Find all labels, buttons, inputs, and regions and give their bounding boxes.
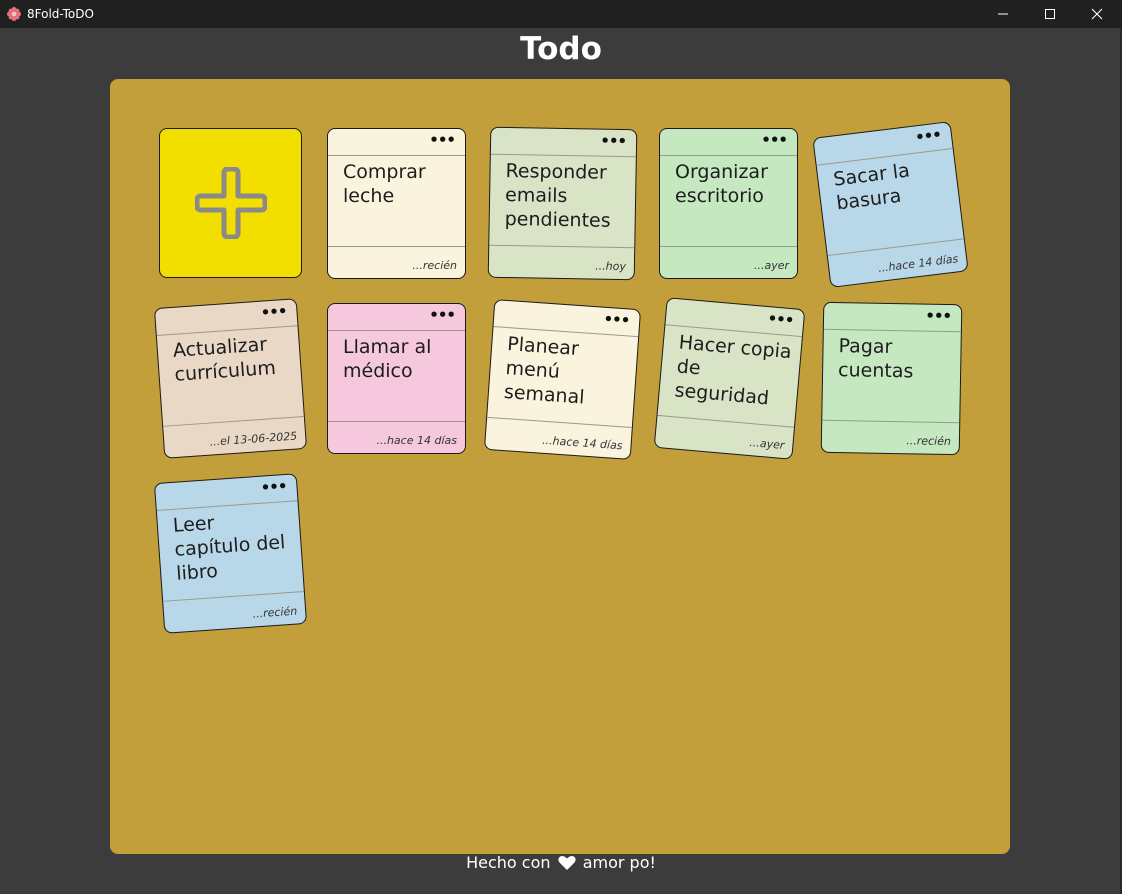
note-menu-button[interactable]: ••• bbox=[600, 132, 626, 150]
note-timestamp: ...ayer bbox=[748, 436, 785, 453]
note-card[interactable]: ••• Actualizar currículum ...el 13-06-20… bbox=[153, 298, 308, 459]
footer-text-before: Hecho con bbox=[466, 853, 551, 872]
note-text: Planear menú semanal bbox=[503, 333, 586, 409]
note-card[interactable]: ••• Responder emails pendientes ...hoy bbox=[487, 126, 638, 281]
note-menu-button[interactable]: ••• bbox=[260, 477, 287, 497]
note-menu-button[interactable]: ••• bbox=[429, 307, 456, 323]
note-timestamp: ...hoy bbox=[595, 259, 627, 274]
note-timestamp: ...ayer bbox=[753, 259, 789, 272]
note-menu-button[interactable]: ••• bbox=[925, 307, 951, 325]
note-timestamp: ...hace 14 días bbox=[877, 252, 959, 275]
close-button[interactable] bbox=[1074, 0, 1120, 28]
note-text: Organizar escritorio bbox=[675, 161, 768, 207]
note-menu-button[interactable]: ••• bbox=[603, 310, 630, 330]
note-text: Hacer copia de seguridad bbox=[673, 331, 793, 410]
maximize-button[interactable] bbox=[1027, 0, 1073, 28]
note-text: Actualizar currículum bbox=[172, 333, 277, 386]
note-card[interactable]: ••• Organizar escritorio ...ayer bbox=[659, 128, 798, 279]
note-timestamp: ...hace 14 días bbox=[376, 434, 457, 447]
note-timestamp: ...el 13-06-2025 bbox=[209, 429, 298, 449]
note-text: Responder emails pendientes bbox=[504, 160, 611, 232]
note-timestamp: ...recién bbox=[412, 259, 457, 272]
note-text: Sacar la basura bbox=[832, 159, 911, 215]
note-text: Leer capítulo del libro bbox=[172, 512, 287, 585]
note-menu-button[interactable]: ••• bbox=[761, 132, 788, 148]
note-timestamp: ...recién bbox=[252, 604, 298, 621]
note-card[interactable]: ••• Sacar la basura ...hace 14 días bbox=[812, 121, 969, 288]
page-title: Todo bbox=[520, 31, 602, 67]
note-card[interactable]: ••• Leer capítulo del libro ...recién bbox=[153, 473, 308, 634]
note-card[interactable]: ••• Comprar leche ...recién bbox=[327, 128, 466, 279]
note-card[interactable]: ••• Hacer copia de seguridad ...ayer bbox=[653, 297, 806, 460]
plus-icon bbox=[195, 167, 267, 239]
note-menu-button[interactable]: ••• bbox=[260, 302, 287, 322]
footer-text: Hecho con amor po! bbox=[0, 852, 1122, 877]
note-menu-button[interactable]: ••• bbox=[767, 309, 794, 329]
note-card[interactable]: ••• Pagar cuentas ...recién bbox=[820, 301, 963, 456]
note-card[interactable]: ••• Planear menú semanal ...hace 14 días bbox=[483, 299, 642, 460]
add-note-button[interactable] bbox=[159, 128, 302, 278]
minimize-button[interactable] bbox=[980, 0, 1026, 28]
window-title: 8Fold-ToDO bbox=[27, 7, 94, 21]
flower-icon bbox=[6, 6, 22, 22]
note-menu-button[interactable]: ••• bbox=[914, 125, 942, 146]
note-timestamp: ...hace 14 días bbox=[541, 433, 623, 453]
note-card[interactable]: ••• Llamar al médico ...hace 14 días bbox=[327, 303, 466, 454]
note-timestamp: ...recién bbox=[906, 434, 952, 449]
note-menu-button[interactable]: ••• bbox=[429, 132, 456, 148]
heart-icon bbox=[557, 855, 576, 877]
note-text: Comprar leche bbox=[343, 161, 426, 207]
footer-text-after: amor po! bbox=[582, 853, 656, 872]
note-text: Llamar al médico bbox=[343, 336, 432, 382]
title-bar: 8Fold-ToDO bbox=[0, 0, 1122, 28]
note-text: Pagar cuentas bbox=[837, 335, 914, 383]
